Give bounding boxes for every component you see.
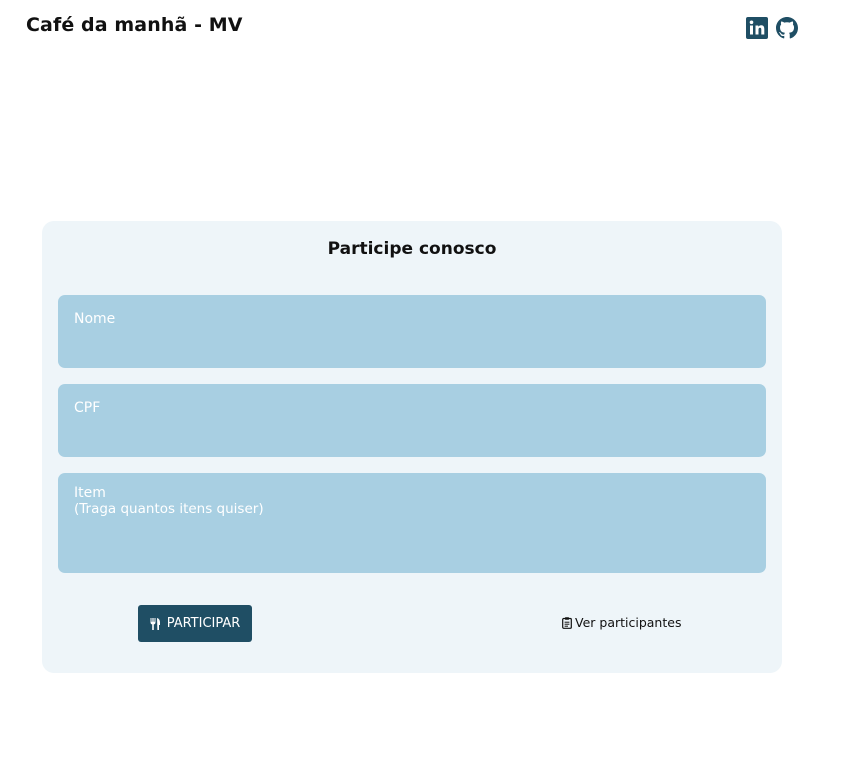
linkedin-link[interactable] [746, 17, 768, 39]
nome-field[interactable]: Nome [58, 295, 766, 368]
item-field[interactable]: Item (Traga quantos itens quiser) [58, 473, 766, 573]
cpf-field[interactable]: CPF [58, 384, 766, 457]
social-links [746, 17, 798, 39]
item-hint: (Traga quantos itens quiser) [74, 501, 264, 517]
cpf-placeholder: CPF [74, 400, 101, 416]
clipboard-icon [562, 616, 572, 629]
nome-placeholder: Nome [74, 311, 116, 327]
participar-label: PARTICIPAR [166, 616, 241, 631]
github-icon [776, 17, 798, 39]
participar-button[interactable]: PARTICIPAR [138, 605, 252, 642]
form-title: Participe conosco [327, 239, 497, 259]
item-placeholder: Item [74, 485, 106, 501]
github-link[interactable] [776, 17, 798, 39]
ver-participantes-link[interactable]: Ver participantes [562, 615, 681, 630]
linkedin-icon [746, 17, 768, 39]
ver-participantes-label: Ver participantes [575, 615, 682, 630]
page: Café da manhã - MV Participe conosco Nom… [0, 0, 868, 781]
utensils-icon [150, 617, 160, 630]
participation-card: Participe conosco Nome CPF Item (Traga q… [42, 221, 782, 673]
app-title: Café da manhã - MV [26, 14, 243, 36]
